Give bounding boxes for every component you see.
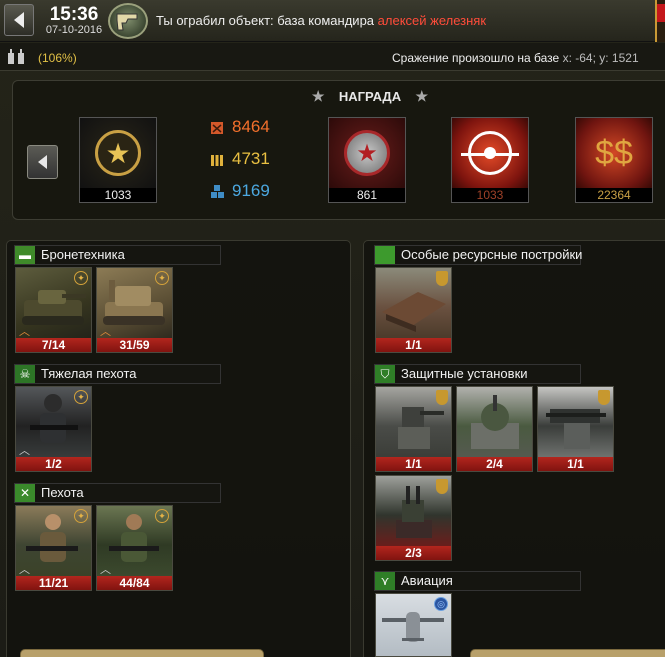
unit-count: 1/1 (376, 338, 451, 352)
elite-badge-icon: ✦ (74, 509, 88, 523)
ammo-icon (211, 155, 223, 166)
unit-count: 44/84 (97, 576, 172, 590)
rank-value: 1033 (80, 188, 156, 202)
corner-flag (655, 0, 665, 42)
shield-badge-icon (436, 390, 448, 405)
unit-card[interactable]: 2/3 (375, 475, 452, 561)
unit-card[interactable]: 1/1 (537, 386, 614, 472)
green-square-icon (375, 246, 395, 264)
unit-count: 2/3 (376, 546, 451, 560)
left-arrow-icon (38, 155, 47, 169)
unit-card[interactable]: ✦ ︿ 11/21 (15, 505, 92, 591)
section-title: Защитные установки (401, 366, 528, 381)
section-title: Пехота (41, 485, 84, 500)
elite-badge-icon: ✦ (155, 271, 169, 285)
resource-metal: 9169 (210, 181, 270, 201)
elite-badge-icon: ✦ (155, 509, 169, 523)
unit-card[interactable]: 1/1 (375, 386, 452, 472)
unit-card[interactable]: 1/1 (375, 267, 452, 353)
robbery-message: Ты ограбил объект: база командира алексе… (156, 13, 486, 28)
shield-badge-icon (436, 479, 448, 494)
tank-icon: ▬ (15, 246, 35, 264)
back-button[interactable] (4, 4, 34, 36)
money-bag-icon: $$ (595, 133, 633, 172)
unit-card[interactable]: 2/4 (456, 386, 533, 472)
section-infantry: ✕ Пехота (14, 483, 221, 503)
shield-badge-icon (436, 271, 448, 286)
reward-title-row: ★ НАГРАДА ★ (300, 88, 440, 105)
money-tile[interactable]: $$ 22364 (575, 117, 653, 203)
wings-icon: ⋎ (375, 572, 395, 590)
clock-time: 15:36 (49, 4, 99, 25)
unit-count: 11/21 (16, 576, 91, 590)
battle-text: Сражение произошло на базе (392, 51, 560, 65)
target-tile[interactable]: 1033 (451, 117, 529, 203)
section-aviation: ⋎ Авиация (374, 571, 581, 591)
metal-crates-icon (211, 185, 224, 198)
fuel-value: 8464 (232, 117, 270, 136)
crossed-rifles-icon: ✕ (15, 484, 35, 502)
unit-count: 7/14 (16, 338, 91, 352)
elite-badge-icon: ✦ (74, 271, 88, 285)
shield-icon: ⛉ (375, 365, 395, 383)
elite-badge-icon: ✦ (74, 390, 88, 404)
unit-card[interactable]: ◎ (375, 593, 452, 657)
unit-card[interactable]: ✦ ︿ 1/2 (15, 386, 92, 472)
star-icon: ★ (415, 88, 429, 104)
unit-count: 31/59 (97, 338, 172, 352)
unit-card[interactable]: ✦ ︿ 31/59 (96, 267, 173, 353)
message-prefix: Ты ограбил объект: база командира (156, 13, 375, 28)
unit-count: 2/4 (457, 457, 532, 471)
battle-coords[interactable]: x: -64; y: 1521 (563, 51, 639, 65)
unit-card[interactable]: ✦ ︿ 7/14 (15, 267, 92, 353)
loot-percent: (106%) (38, 51, 77, 65)
skull-icon: ☠ (15, 365, 35, 383)
medal-star-icon: ★ (344, 130, 390, 176)
section-title: Тяжелая пехота (41, 366, 137, 381)
rank-star-icon: ★ (95, 130, 141, 176)
robbery-avatar-icon (108, 3, 148, 39)
rank-chevron-icon: ︿ (100, 326, 111, 338)
bottles-icon (6, 48, 28, 67)
section-armor: ▬ Бронетехника (14, 245, 221, 265)
clock-date: 07-10-2016 (45, 24, 103, 36)
fuel-canister-icon (211, 122, 223, 134)
money-value: 22364 (576, 188, 652, 202)
target-value: 1033 (452, 188, 528, 202)
rank-chevron-icon: ︿ (100, 564, 111, 576)
battle-location: Сражение произошло на базе x: -64; y: 15… (392, 51, 639, 65)
rank-chevron-icon: ︿ (19, 564, 30, 576)
section-title: Авиация (401, 573, 453, 588)
rank-tile[interactable]: ★ 1033 (79, 117, 157, 203)
section-special-resource-buildings: Особые ресурсные постройки (374, 245, 583, 265)
reward-title: НАГРАДА (338, 89, 402, 104)
unit-count: 1/1 (538, 457, 613, 471)
rank-chevron-icon: ︿ (19, 445, 30, 457)
ammo-value: 4731 (232, 149, 270, 168)
unit-count: 1/1 (376, 457, 451, 471)
bottom-left-button[interactable] (20, 649, 264, 657)
commander-name[interactable]: алексей железняк (378, 13, 486, 28)
section-title: Особые ресурсные постройки (401, 247, 583, 262)
battle-report-screen: 15:36 07-10-2016 Ты ограбил объект: база… (0, 0, 665, 657)
previous-button[interactable] (27, 145, 58, 179)
blue-badge-icon: ◎ (434, 597, 448, 611)
section-defense-installations: ⛉ Защитные установки (374, 364, 581, 384)
section-heavy-infantry: ☠ Тяжелая пехота (14, 364, 221, 384)
star-icon: ★ (311, 88, 325, 104)
unit-card[interactable]: ✦ ︿ 44/84 (96, 505, 173, 591)
back-arrow-icon (14, 12, 24, 28)
bottom-right-button[interactable] (470, 649, 665, 657)
section-title: Бронетехника (41, 247, 125, 262)
medal-value: 861 (329, 188, 405, 202)
rank-chevron-icon: ︿ (19, 326, 30, 338)
resource-ammo: 4731 (210, 149, 270, 169)
metal-value: 9169 (232, 181, 270, 200)
unit-count: 1/2 (16, 457, 91, 471)
medal-tile[interactable]: ★ 861 (328, 117, 406, 203)
crosshair-icon (461, 131, 519, 175)
shield-badge-icon (598, 390, 610, 405)
resource-fuel: 8464 (210, 117, 270, 137)
pistol-icon (116, 13, 138, 31)
